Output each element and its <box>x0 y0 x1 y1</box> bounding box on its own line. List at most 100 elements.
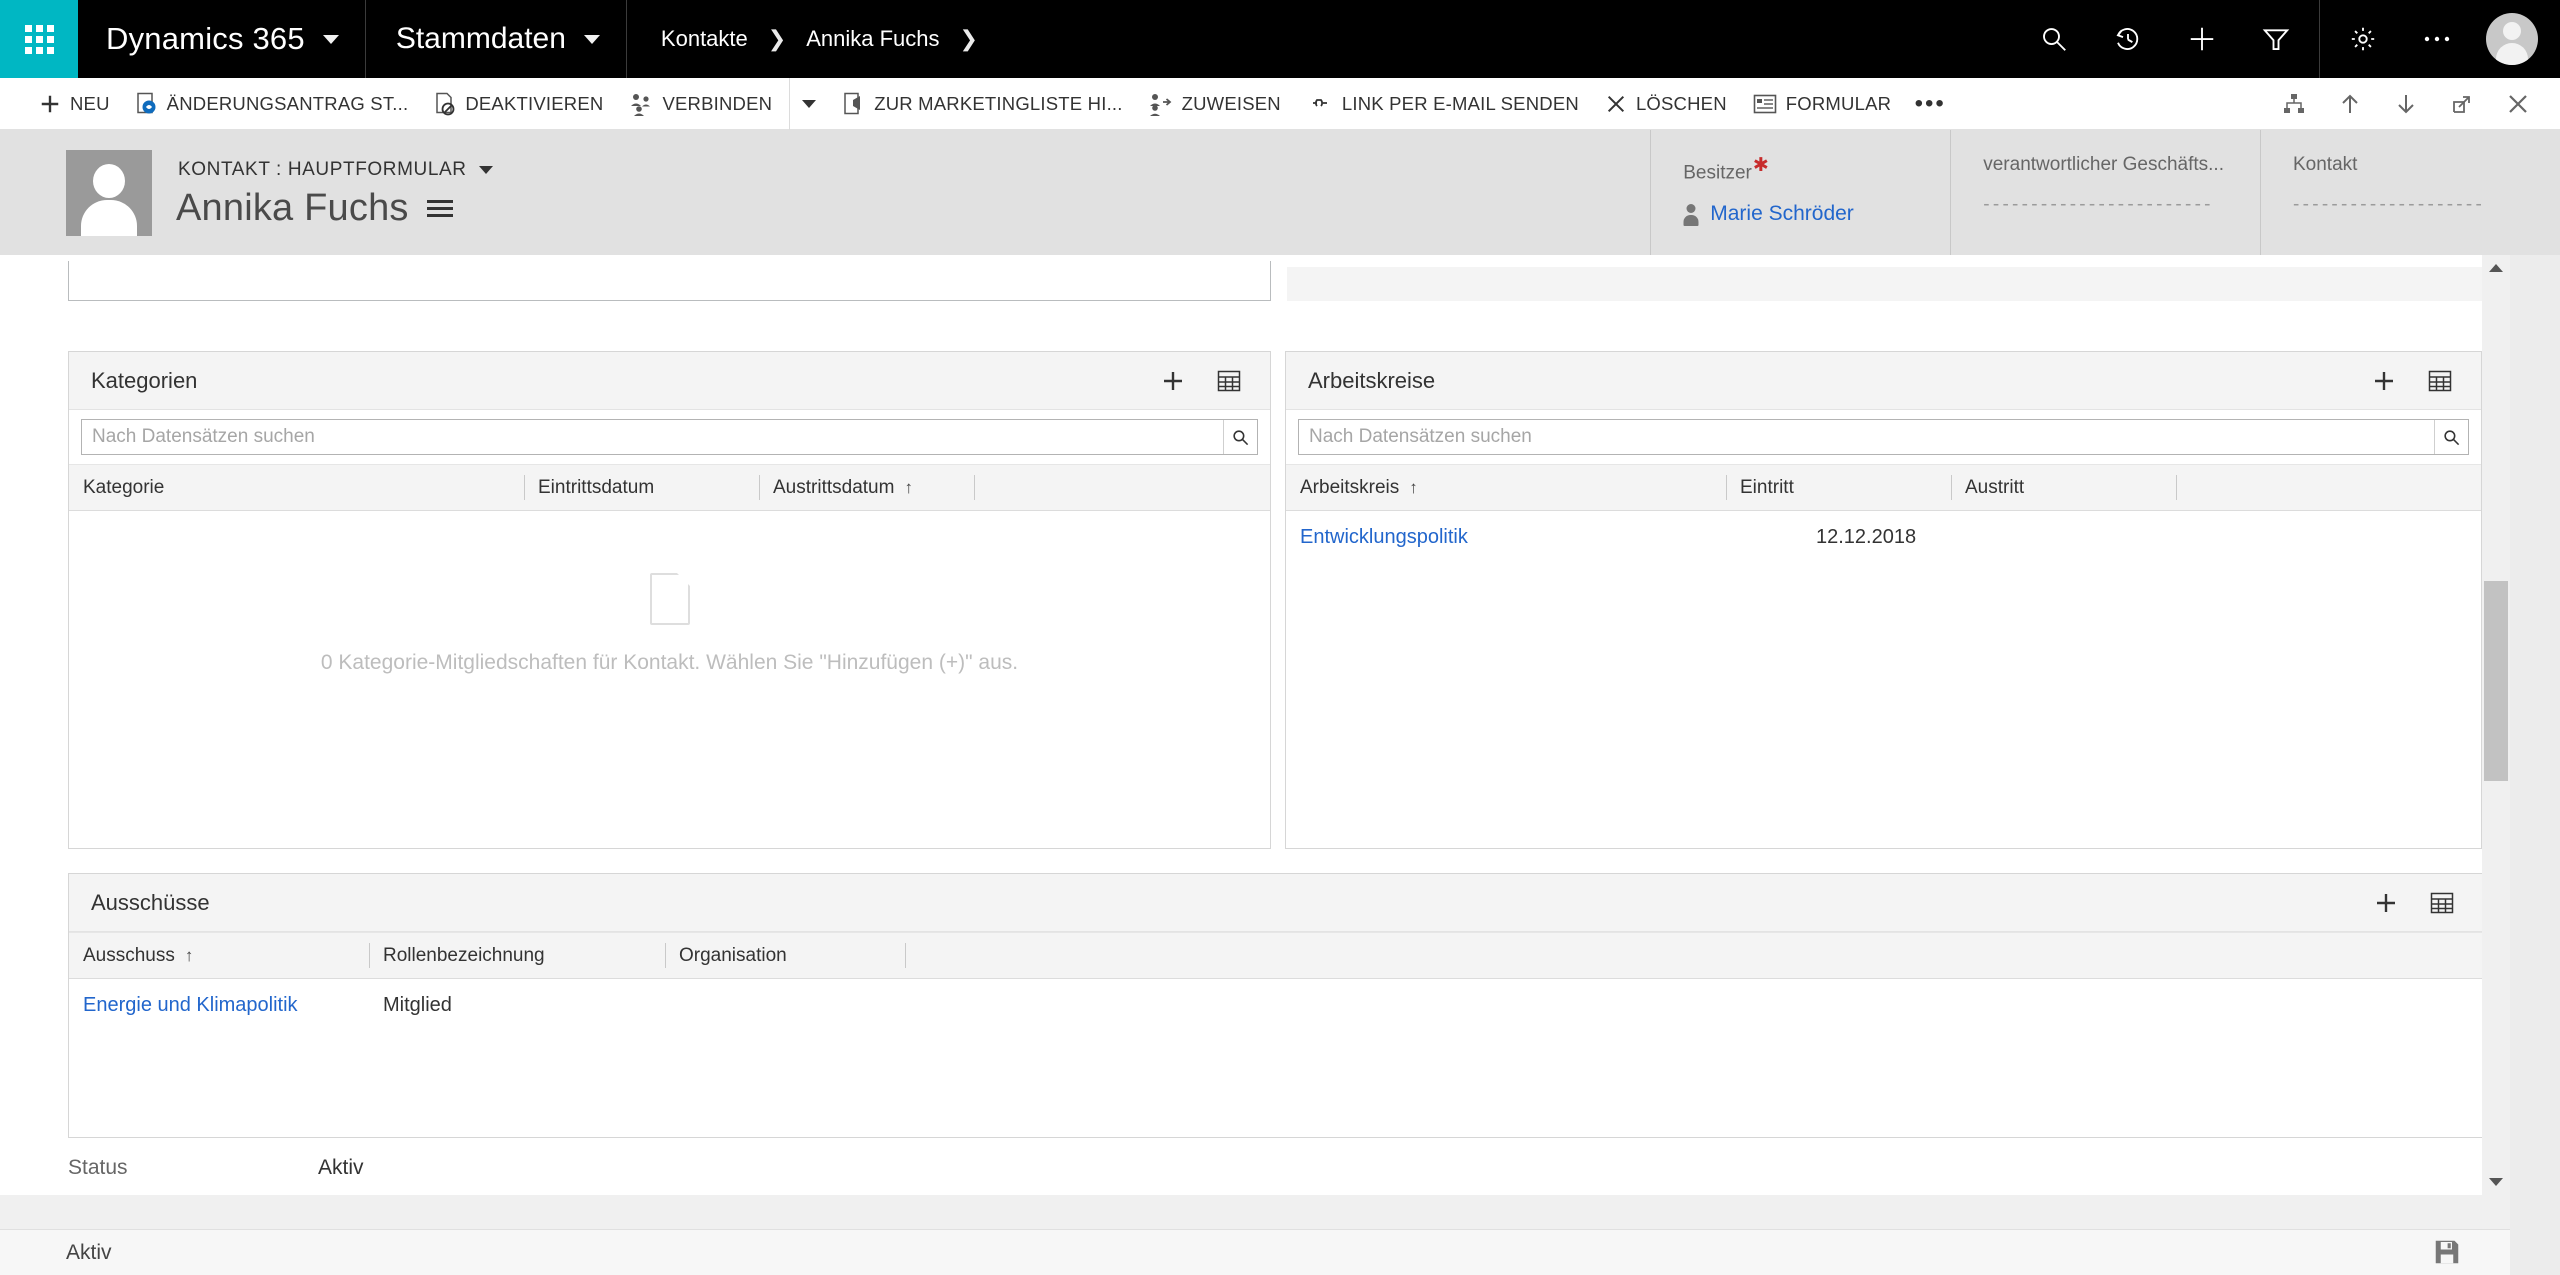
record-link[interactable]: Energie und Klimapolitik <box>83 994 298 1016</box>
search-button[interactable] <box>1223 420 1257 454</box>
record-link[interactable]: Entwicklungspolitik <box>1300 526 1468 548</box>
add-record-button[interactable] <box>1158 366 1188 396</box>
field-value-empty[interactable]: - - - - - - - - - - - - - - - - - - - - <box>2293 194 2524 216</box>
scroll-down-button[interactable] <box>2482 1169 2510 1195</box>
cell-organisation <box>665 979 905 1033</box>
chevron-down-icon <box>478 166 493 174</box>
subgrid-row: Kategorien Nach Datensätzen suchen Kateg… <box>0 351 2510 849</box>
search-icon[interactable] <box>2017 0 2091 78</box>
chevron-right-icon: ❯ <box>959 26 978 51</box>
command-aenderungsantrag[interactable]: ÄNDERUNGSANTRAG ST... <box>123 78 422 130</box>
column-header-kategorie[interactable]: Kategorie <box>69 464 524 511</box>
column-header-spacer <box>2176 464 2481 511</box>
search-box[interactable] <box>81 419 1258 455</box>
command-link-email[interactable]: LINK PER E-MAIL SENDEN <box>1294 78 1592 130</box>
table-row[interactable]: Entwicklungspolitik 12.12.2018 <box>1286 511 2481 565</box>
request-icon <box>136 92 156 113</box>
history-icon[interactable] <box>2091 0 2165 78</box>
user-avatar[interactable] <box>2486 13 2538 65</box>
panel-kategorien: Kategorien Nach Datensätzen suchen Kateg… <box>68 351 1271 849</box>
command-loeschen[interactable]: LÖSCHEN <box>1592 78 1740 130</box>
chevron-down-icon <box>322 34 339 44</box>
footer-status-text: Aktiv <box>66 1240 112 1264</box>
column-header-austrittsdatum[interactable]: Austrittsdatum ↑ <box>759 464 974 511</box>
command-overflow-button[interactable]: ••• <box>1904 78 1956 130</box>
cell-ausschuss: Energie und Klimapolitik <box>69 979 369 1033</box>
area-menu[interactable]: Stammdaten <box>366 0 627 78</box>
grid-header-row: Kategorie Eintrittsdatum Austrittsdatum ↑ <box>69 464 1270 511</box>
save-icon[interactable] <box>2432 1237 2462 1272</box>
breadcrumb-item-entity[interactable]: Kontakte <box>657 26 752 52</box>
column-header-rollenbezeichnung[interactable]: Rollenbezeichnung <box>369 932 665 979</box>
open-grid-button[interactable] <box>2427 888 2457 918</box>
field-value[interactable]: Aktiv <box>318 1156 364 1180</box>
column-header-eintrittsdatum[interactable]: Eintrittsdatum <box>524 464 759 511</box>
arrow-down-icon[interactable] <box>2378 78 2434 130</box>
command-verbinden-dropdown[interactable] <box>789 77 830 130</box>
search-input[interactable] <box>82 420 1223 454</box>
record-header: KONTAKT : HAUPTFORMULAR Annika Fuchs Bes… <box>0 130 2560 255</box>
form-selector-label: KONTAKT : HAUPTFORMULAR <box>178 159 467 180</box>
top-navigation-bar: Dynamics 365 Stammdaten Kontakte ❯ Annik… <box>0 0 2560 78</box>
chevron-right-icon: ❯ <box>767 26 787 51</box>
command-verbinden[interactable]: VERBINDEN <box>616 78 785 130</box>
form-body: Kategorien Nach Datensätzen suchen Kateg… <box>0 255 2560 1275</box>
field-value-lookup[interactable]: Marie Schröder <box>1683 202 1914 226</box>
field-label: Status <box>68 1156 128 1179</box>
header-field-verantwortlicher-geschaeftsbereich: verantwortlicher Geschäfts... - - - - - … <box>1950 130 2260 255</box>
scrollbar-track[interactable] <box>2482 281 2510 1169</box>
hierarchy-icon[interactable] <box>2266 78 2322 130</box>
column-header-austritt[interactable]: Austritt <box>1951 464 2176 511</box>
add-record-button[interactable] <box>2371 888 2401 918</box>
subgrid-search-row <box>69 410 1270 464</box>
column-header-organisation[interactable]: Organisation <box>665 932 905 979</box>
search-input[interactable] <box>1299 420 2434 454</box>
command-label: LINK PER E-MAIL SENDEN <box>1341 92 1579 114</box>
app-launcher-button[interactable] <box>0 0 78 78</box>
form-scrollbar[interactable] <box>2482 255 2510 1195</box>
arrow-up-icon[interactable] <box>2322 78 2378 130</box>
column-header-eintritt[interactable]: Eintritt <box>1726 464 1951 511</box>
form-selector[interactable]: KONTAKT : HAUPTFORMULAR <box>176 155 499 185</box>
column-header-arbeitskreis[interactable]: Arbeitskreis ↑ <box>1286 464 1726 511</box>
settings-gear-icon[interactable] <box>2326 0 2400 78</box>
close-icon[interactable] <box>2490 78 2546 130</box>
search-button[interactable] <box>2434 420 2468 454</box>
panel-title: Arbeitskreise <box>1308 367 1436 393</box>
assign-icon <box>1149 93 1171 116</box>
add-record-button[interactable] <box>2369 366 2399 396</box>
command-label: ÄNDERUNGSANTRAG ST... <box>166 92 409 114</box>
cell-rollenbezeichnung: Mitglied <box>383 994 452 1017</box>
record-menu-icon[interactable] <box>426 200 453 217</box>
command-marketingliste[interactable]: ZUR MARKETINGLISTE HI... <box>830 78 1135 130</box>
right-gutter <box>2510 255 2560 1275</box>
more-icon[interactable] <box>2400 0 2474 78</box>
brand-menu[interactable]: Dynamics 365 <box>78 0 366 78</box>
chevron-down-icon <box>802 99 817 108</box>
search-box[interactable] <box>1298 419 2469 455</box>
marketing-list-icon <box>844 92 861 114</box>
command-formular[interactable]: FORMULAR <box>1740 78 1904 130</box>
scrollbar-thumb[interactable] <box>2484 581 2508 781</box>
previous-section-stub <box>68 261 1271 301</box>
lookup-text: Marie Schröder <box>1710 202 1854 226</box>
table-row[interactable]: Energie und Klimapolitik Mitglied <box>69 979 2483 1033</box>
open-grid-button[interactable] <box>1214 366 1244 396</box>
scroll-up-button[interactable] <box>2482 255 2510 281</box>
previous-section-stub-right <box>1287 267 2484 301</box>
filter-icon[interactable] <box>2239 0 2313 78</box>
command-deaktivieren[interactable]: DEAKTIVIEREN <box>421 78 616 130</box>
open-grid-button[interactable] <box>2425 366 2455 396</box>
quick-create-icon[interactable] <box>2165 0 2239 78</box>
grid-header-row: Arbeitskreis ↑ Eintritt Austritt <box>1286 464 2481 511</box>
command-zuweisen[interactable]: ZUWEISEN <box>1136 78 1294 130</box>
breadcrumb-item-record[interactable]: Annika Fuchs <box>802 26 943 52</box>
field-label: Kontakt <box>2293 154 2358 175</box>
column-header-ausschuss[interactable]: Ausschuss ↑ <box>69 932 369 979</box>
popout-icon[interactable] <box>2434 78 2490 130</box>
command-neu[interactable]: NEU <box>26 78 123 130</box>
empty-state-message: 0 Kategorie-Mitgliedschaften für Kontakt… <box>320 651 1019 674</box>
grid-kategorien: Kategorie Eintrittsdatum Austrittsdatum ↑ <box>69 464 1270 511</box>
connect-icon <box>631 93 651 116</box>
field-value-empty[interactable]: - - - - - - - - - - - - - - - - - - - - … <box>1983 194 2224 216</box>
